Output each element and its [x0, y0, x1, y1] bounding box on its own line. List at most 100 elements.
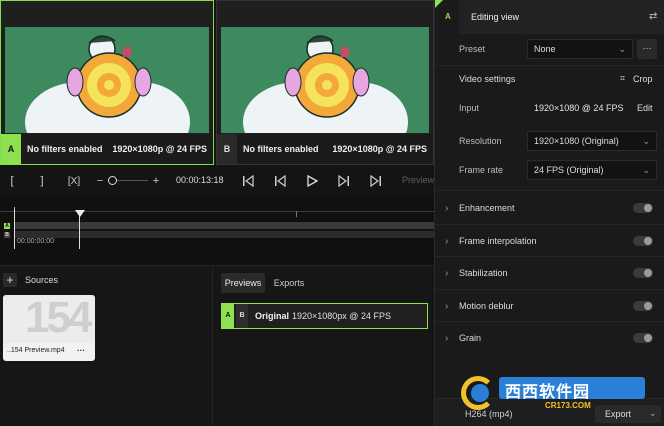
divider — [435, 321, 664, 322]
editing-panel: A Editing view ⇄ Preset None ⌄ ··· Video… — [434, 0, 664, 426]
track-b-badge: B — [4, 232, 10, 238]
tab-exports[interactable]: Exports — [267, 273, 311, 293]
divider — [435, 190, 664, 191]
source-more-button[interactable]: ··· — [77, 346, 85, 355]
playhead-line[interactable] — [79, 215, 80, 249]
mark-out-button[interactable]: ] — [34, 173, 50, 189]
crop-icon[interactable]: ⌗ — [620, 73, 625, 84]
in-marker[interactable] — [14, 209, 15, 249]
watermark-logo-dot — [471, 384, 489, 402]
divider — [435, 256, 664, 257]
preview-pane-b[interactable]: B No filters enabled 1920×1080p @ 24 FPS — [216, 0, 434, 165]
divider — [435, 289, 664, 290]
skip-to-end-icon[interactable] — [368, 173, 384, 189]
preview-pane-a[interactable]: A No filters enabled 1920×1080p @ 24 FPS — [0, 0, 214, 165]
crop-button[interactable]: Crop — [633, 74, 653, 84]
framerate-value: 24 FPS (Original) — [534, 165, 604, 175]
timeline-timecode: 00:00:00:00 — [17, 238, 54, 245]
skip-to-start-icon[interactable] — [240, 173, 256, 189]
source-thumbnail-text: 154 — [25, 295, 92, 342]
step-back-icon[interactable] — [272, 173, 288, 189]
chevron-right-icon: › — [445, 267, 449, 279]
timeline[interactable]: A B 00:00:00:00 — [0, 197, 434, 265]
section-grain[interactable]: › Grain — [435, 326, 664, 350]
video-frame-b — [221, 27, 429, 133]
video-frame-a — [5, 27, 209, 133]
preset-select[interactable]: None ⌄ — [527, 39, 633, 59]
input-edit-button[interactable]: Edit — [637, 103, 653, 113]
preview-resolution-b: 1920×1080p @ 24 FPS — [332, 144, 427, 154]
enhancement-toggle[interactable] — [633, 203, 653, 213]
editing-header: A Editing view ⇄ — [435, 0, 664, 34]
watermark: 西西软件园 CR173.COM — [461, 374, 647, 412]
preview-button[interactable]: Preview — [402, 175, 434, 185]
watermark-text: 西西软件园 — [505, 384, 591, 401]
chevron-right-icon: › — [445, 235, 449, 247]
current-timecode: 00:00:13:18 — [176, 175, 224, 185]
preset-row: Preset None ⌄ ··· — [435, 37, 664, 61]
framerate-row: Frame rate 24 FPS (Original) ⌄ — [435, 158, 664, 182]
video-illustration — [5, 27, 209, 133]
divider — [435, 224, 664, 225]
preset-value: None — [534, 44, 556, 54]
grain-toggle[interactable] — [633, 333, 653, 343]
swap-view-icon[interactable]: ⇄ — [649, 11, 657, 22]
resolution-row: Resolution 1920×1080 (Original) ⌄ — [435, 129, 664, 153]
section-label: Motion deblur — [459, 301, 514, 311]
section-label: Frame interpolation — [459, 236, 537, 246]
preview-badge-a: A — [1, 134, 21, 164]
motion-deblur-toggle[interactable] — [633, 301, 653, 311]
chevron-down-icon: ⌄ — [649, 408, 657, 418]
editing-badge: A — [445, 12, 451, 21]
track-b-clip[interactable] — [14, 231, 434, 238]
section-label: Enhancement — [459, 203, 515, 213]
corner-accent — [435, 0, 443, 8]
preset-more-button[interactable]: ··· — [637, 39, 657, 59]
zoom-in-button[interactable]: + — [148, 173, 164, 189]
chevron-right-icon: › — [445, 202, 449, 214]
preview-item-resolution: 1920×1080px @ 24 FPS — [292, 311, 391, 321]
preset-label: Preset — [459, 44, 486, 54]
add-source-button[interactable]: + — [3, 273, 17, 287]
stabilization-toggle[interactable] — [633, 268, 653, 278]
chevron-down-icon: ⌄ — [642, 136, 650, 146]
preview-status-a: No filters enabled — [27, 144, 103, 154]
chevron-down-icon: ⌄ — [618, 44, 626, 54]
playhead-handle-icon[interactable] — [75, 210, 85, 217]
video-settings-label: Video settings — [459, 74, 516, 84]
frame-interpolation-toggle[interactable] — [633, 236, 653, 246]
framerate-select[interactable]: 24 FPS (Original) ⌄ — [527, 160, 657, 180]
play-icon[interactable] — [304, 173, 320, 189]
watermark-banner: 西西软件园 — [499, 377, 645, 401]
resolution-value: 1920×1080 (Original) — [534, 136, 619, 146]
source-card[interactable]: 154 ..154 Preview.mp4 ··· — [3, 295, 95, 361]
divider — [435, 65, 664, 66]
step-forward-icon[interactable] — [336, 173, 352, 189]
sources-panel: + Sources 154 ..154 Preview.mp4 ··· — [0, 265, 212, 426]
previews-panel: Previews Exports A B Original 1920×1080p… — [212, 265, 434, 426]
section-stabilization[interactable]: › Stabilization — [435, 261, 664, 285]
source-filename: ..154 Preview.mp4 — [7, 347, 65, 354]
clear-marks-button[interactable]: [X] — [66, 173, 82, 189]
ruler-tick — [296, 211, 297, 217]
section-frame-interpolation[interactable]: › Frame interpolation — [435, 229, 664, 253]
section-motion-deblur[interactable]: › Motion deblur — [435, 294, 664, 318]
preview-item-name: Original — [255, 311, 290, 321]
input-value: 1920×1080 @ 24 FPS — [534, 103, 624, 113]
editing-badge-wrap: A — [435, 0, 459, 34]
editing-title: Editing view — [471, 12, 520, 22]
preview-item-badge-a: A — [222, 304, 234, 328]
sources-title: Sources — [25, 275, 59, 285]
mark-in-button[interactable]: [ — [4, 173, 20, 189]
section-enhancement[interactable]: › Enhancement — [435, 196, 664, 220]
chevron-right-icon: › — [445, 332, 449, 344]
preview-item-original[interactable]: A B Original 1920×1080px @ 24 FPS — [221, 303, 428, 329]
preview-badge-b: B — [217, 134, 237, 164]
track-a-clip[interactable] — [14, 222, 434, 229]
tab-previews[interactable]: Previews — [221, 273, 265, 293]
preview-status-b: No filters enabled — [243, 144, 319, 154]
resolution-select[interactable]: 1920×1080 (Original) ⌄ — [527, 131, 657, 151]
video-illustration — [223, 27, 429, 133]
zoom-out-button[interactable]: − — [92, 173, 108, 189]
zoom-slider-handle[interactable] — [108, 176, 117, 185]
